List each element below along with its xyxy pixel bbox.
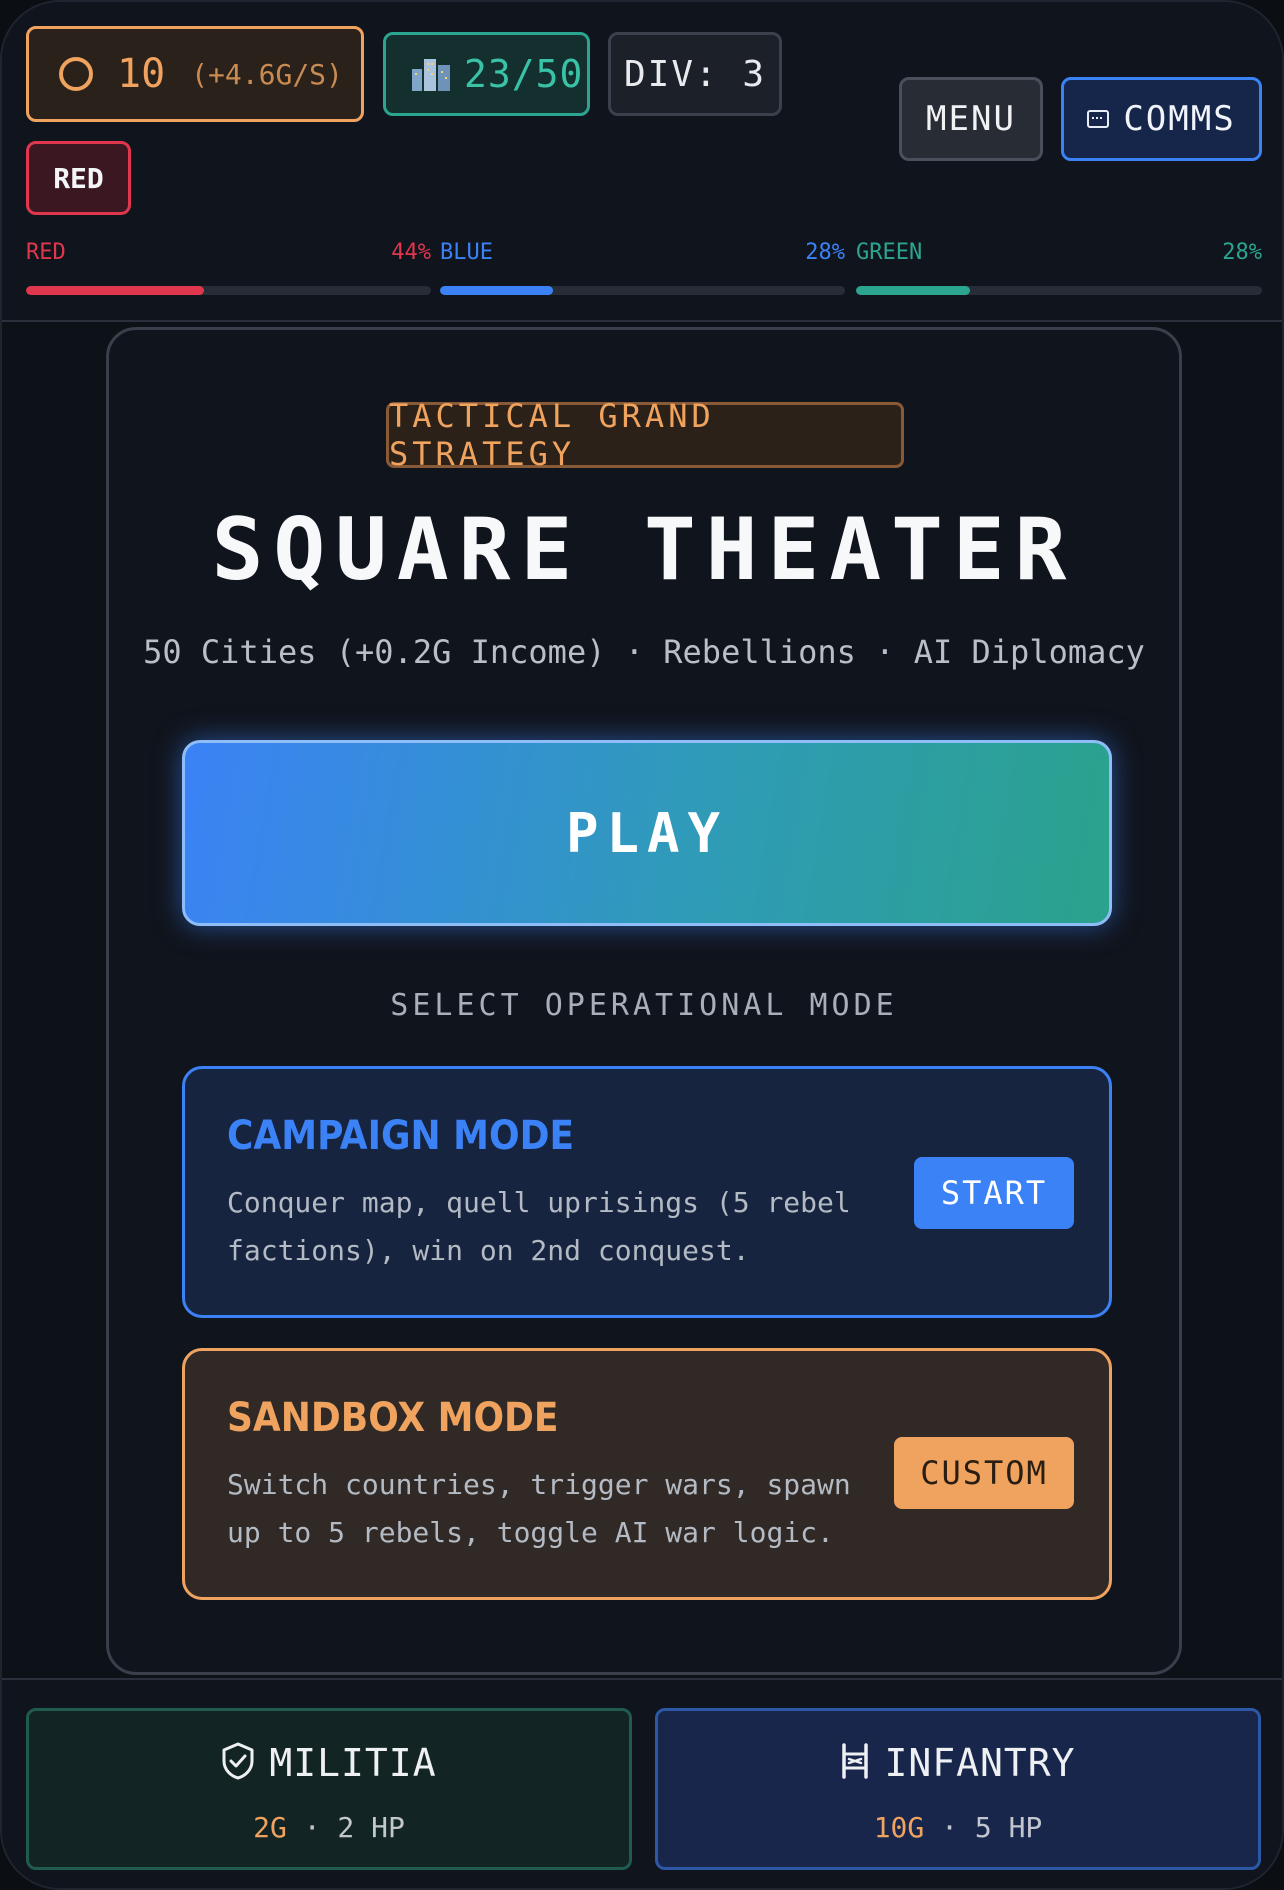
- militia-name: MILITIA: [269, 1741, 437, 1785]
- chat-icon: [1087, 110, 1110, 128]
- gold-counter: 10 (+4.6G/S): [26, 26, 364, 122]
- shield-icon: [221, 1742, 255, 1784]
- militia-hp: 2 HP: [337, 1811, 405, 1844]
- menu-button[interactable]: MENU: [899, 77, 1043, 161]
- faction-percent: 44%: [391, 240, 431, 265]
- share-track: [856, 286, 1262, 295]
- game-title: SQUARE THEATER: [211, 500, 1077, 600]
- infantry-hp: 5 HP: [974, 1811, 1043, 1844]
- faction-share-green: GREEN 28%: [856, 238, 1262, 298]
- faction-share-bars: RED 44% BLUE 28% GREEN 28%: [26, 238, 1262, 298]
- campaign-start-label: START: [940, 1174, 1048, 1212]
- sandbox-mode-title: SANDBOX MODE: [227, 1395, 559, 1441]
- mode-select-heading: SELECT OPERATIONAL MODE: [390, 988, 898, 1023]
- campaign-mode-card[interactable]: CAMPAIGN MODE Conquer map, quell uprisin…: [182, 1066, 1112, 1318]
- unit-bar: MILITIA 2G · 2 HP INFANTRY 10G · 5 HP: [2, 1678, 1282, 1888]
- faction-share-blue: BLUE 28%: [440, 238, 845, 298]
- city-icon: [412, 57, 450, 91]
- swords-icon: [840, 1742, 870, 1784]
- main-menu-card: TACTICAL GRAND STRATEGY SQUARE THEATER 5…: [106, 327, 1182, 1675]
- division-label: DIV: 3: [623, 53, 767, 95]
- comms-label: COMMS: [1123, 99, 1236, 139]
- coin-icon: [59, 57, 93, 91]
- genre-tag-label: TACTICAL GRAND STRATEGY: [389, 397, 715, 473]
- comms-button[interactable]: COMMS: [1061, 77, 1262, 161]
- share-fill: [26, 286, 205, 295]
- faction-name: BLUE: [440, 240, 493, 265]
- gold-rate: (+4.6G/S): [191, 57, 343, 91]
- cities-value: 23/50: [464, 52, 584, 96]
- faction-percent: 28%: [805, 240, 845, 265]
- militia-cost: 2G: [253, 1811, 287, 1844]
- share-fill: [856, 286, 970, 295]
- faction-name: RED: [26, 240, 66, 265]
- top-hud: 10 (+4.6G/S) 23/50 DIV: 3 MENU COMMS RED…: [2, 2, 1282, 322]
- infantry-name: INFANTRY: [884, 1741, 1076, 1785]
- game-frame: 10 (+4.6G/S) 23/50 DIV: 3 MENU COMMS RED…: [0, 0, 1284, 1890]
- recruit-infantry-button[interactable]: INFANTRY 10G · 5 HP: [655, 1708, 1261, 1870]
- infantry-cost: 10G: [873, 1811, 925, 1844]
- sandbox-mode-description: Switch countries, trigger wars, spawn up…: [227, 1468, 851, 1549]
- recruit-militia-button[interactable]: MILITIA 2G · 2 HP: [26, 1708, 632, 1870]
- share-track: [26, 286, 431, 295]
- menu-label: MENU: [926, 99, 1016, 139]
- share-fill: [440, 286, 554, 295]
- genre-tag: TACTICAL GRAND STRATEGY: [386, 397, 904, 473]
- campaign-mode-description: Conquer map, quell uprisings (5 rebel fa…: [227, 1186, 851, 1267]
- faction-percent: 28%: [1222, 240, 1262, 265]
- militia-header: MILITIA: [29, 1741, 629, 1785]
- sandbox-mode-card[interactable]: SANDBOX MODE Switch countries, trigger w…: [182, 1348, 1112, 1600]
- sandbox-custom-button[interactable]: CUSTOM: [894, 1437, 1074, 1509]
- share-track: [440, 286, 845, 295]
- faction-share-red: RED 44%: [26, 238, 431, 298]
- militia-stats: 2G · 2 HP: [253, 1811, 405, 1844]
- play-button[interactable]: PLAY: [182, 740, 1112, 926]
- faction-name: GREEN: [856, 240, 923, 265]
- player-team-badge: RED: [26, 141, 131, 215]
- team-label: RED: [53, 161, 104, 195]
- play-label: PLAY: [565, 801, 729, 865]
- infantry-header: INFANTRY: [658, 1741, 1258, 1785]
- game-subtitle: 50 Cities (+0.2G Income) · Rebellions · …: [143, 633, 1145, 671]
- campaign-start-button[interactable]: START: [914, 1157, 1074, 1229]
- division-counter: DIV: 3: [608, 32, 782, 116]
- infantry-stats: 10G · 5 HP: [873, 1811, 1043, 1844]
- cities-counter: 23/50: [383, 32, 590, 116]
- sandbox-custom-label: CUSTOM: [920, 1454, 1048, 1492]
- campaign-mode-title: CAMPAIGN MODE: [227, 1113, 575, 1159]
- gold-amount: 10: [117, 51, 166, 97]
